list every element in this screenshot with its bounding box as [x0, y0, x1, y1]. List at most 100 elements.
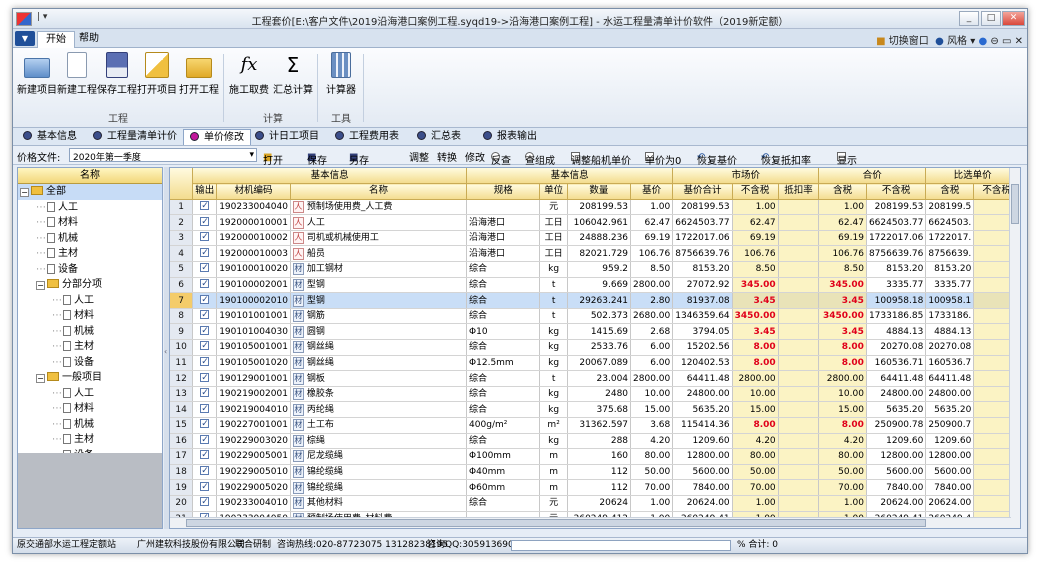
- market-price-in-tax[interactable]: 69.19: [818, 230, 867, 247]
- material-name[interactable]: 材丙纶绳: [290, 401, 468, 418]
- market-price-ex-tax[interactable]: 1.00: [732, 199, 779, 216]
- spec[interactable]: 综合: [466, 308, 541, 325]
- tree-node[interactable]: − 分部分项: [18, 277, 162, 293]
- market-price-in-tax[interactable]: 106.76: [818, 245, 867, 263]
- table-row[interactable]: 16190229003020材棕绳综合kg2884.201209.604.204…: [170, 433, 1020, 450]
- market-price-ex-tax[interactable]: 3.45: [732, 323, 779, 341]
- row-number[interactable]: 15: [170, 417, 194, 434]
- row-number[interactable]: 3: [170, 230, 194, 247]
- material-name[interactable]: 材锦纶缆绳: [290, 479, 468, 496]
- output-checkbox[interactable]: [192, 339, 218, 356]
- tree-node[interactable]: ⋯ 机械: [18, 324, 162, 340]
- output-checkbox[interactable]: [192, 199, 218, 216]
- discount-rate[interactable]: [778, 386, 820, 403]
- discount-rate[interactable]: [778, 245, 820, 263]
- output-checkbox[interactable]: [192, 370, 218, 387]
- material-name[interactable]: 材加工钢材: [290, 261, 468, 278]
- vertical-scrollbar[interactable]: [1009, 168, 1020, 528]
- material-name[interactable]: 人预制场使用费_人工费: [290, 199, 468, 216]
- new-project-button[interactable]: 新建项目: [17, 52, 57, 96]
- market-price-ex-tax[interactable]: 62.47: [732, 214, 779, 231]
- tree-node[interactable]: ⋯ 主材: [18, 246, 162, 262]
- market-price-ex-tax[interactable]: 3450.00: [732, 308, 779, 325]
- table-row[interactable]: 5190100010020材加工钢材综合kg959.28.508153.208.…: [170, 261, 1020, 278]
- tab-unit-price-edit[interactable]: 单价修改: [183, 129, 251, 145]
- row-number[interactable]: 14: [170, 401, 194, 418]
- market-price-in-tax[interactable]: 8.00: [818, 355, 867, 372]
- tab-bill-pricing[interactable]: 工程量清单计价: [87, 129, 183, 145]
- restore-icon[interactable]: ▭: [1002, 36, 1011, 47]
- material-name[interactable]: 材棕绳: [290, 433, 468, 450]
- tree-node[interactable]: ⋯ 人工: [18, 386, 162, 402]
- modify-button[interactable]: 修改: [465, 149, 485, 164]
- spec[interactable]: 综合: [466, 292, 541, 309]
- tree-node[interactable]: ⋯ 设备: [18, 262, 162, 278]
- market-price-in-tax[interactable]: 80.00: [818, 448, 867, 465]
- save-project-button[interactable]: 保存工程: [97, 52, 137, 96]
- chevron-down-icon[interactable]: ▾: [970, 36, 975, 47]
- minimize-button[interactable]: _: [959, 11, 979, 26]
- row-number[interactable]: 18: [170, 464, 194, 481]
- market-price-ex-tax[interactable]: 8.00: [732, 417, 779, 434]
- header-market-in-col[interactable]: 含税: [818, 183, 867, 200]
- output-checkbox[interactable]: [192, 292, 218, 309]
- discount-rate[interactable]: [778, 401, 820, 418]
- row-number[interactable]: 13: [170, 386, 194, 403]
- tree-node[interactable]: ⋯ 材料: [18, 308, 162, 324]
- open-file-button[interactable]: 打开工程: [179, 52, 219, 96]
- material-name[interactable]: 材钢丝绳: [290, 355, 468, 372]
- row-number[interactable]: 10: [170, 339, 194, 356]
- market-price-ex-tax[interactable]: 345.00: [732, 277, 779, 294]
- table-row[interactable]: 9190101004030材圆钢Φ10kg1415.692.683794.053…: [170, 323, 1020, 341]
- tab-help[interactable]: 帮助: [71, 31, 107, 48]
- header-total-ex-col[interactable]: 不含税: [866, 183, 927, 200]
- row-number[interactable]: 1: [170, 199, 194, 216]
- spec[interactable]: 综合: [466, 277, 541, 294]
- material-name[interactable]: 材钢丝绳: [290, 339, 468, 356]
- header-spec-col[interactable]: 规格: [466, 183, 541, 200]
- header-base-col[interactable]: 基价: [630, 183, 674, 200]
- table-row[interactable]: 6190100002001材型钢综合t9.6692800.0027072.923…: [170, 277, 1020, 294]
- output-checkbox[interactable]: [192, 464, 218, 481]
- table-row[interactable]: 19190229005020材锦纶缆绳Φ60mmm11270.007840.00…: [170, 479, 1020, 496]
- header-base-total-col[interactable]: 基价合计: [672, 183, 733, 200]
- market-price-ex-tax[interactable]: 1.00: [732, 495, 779, 512]
- app-menu-button[interactable]: ▼: [15, 31, 35, 46]
- table-row[interactable]: 12190129001001材钢板综合t23.0042800.0064411.4…: [170, 370, 1020, 387]
- close-button[interactable]: ✕: [1002, 11, 1025, 26]
- collapse-toggle-icon[interactable]: −: [36, 281, 45, 290]
- spec[interactable]: 综合: [466, 386, 541, 403]
- tab-cost-table[interactable]: 工程费用表: [329, 129, 405, 145]
- discount-rate[interactable]: [778, 214, 820, 231]
- header-discount-col[interactable]: 抵扣率: [778, 183, 820, 200]
- output-checkbox[interactable]: [192, 323, 218, 341]
- row-number[interactable]: 4: [170, 245, 194, 263]
- table-row[interactable]: 14190219004010材丙纶绳综合kg375.6815.005635.20…: [170, 401, 1020, 418]
- market-price-ex-tax[interactable]: 10.00: [732, 386, 779, 403]
- market-price-ex-tax[interactable]: 70.00: [732, 479, 779, 496]
- material-name[interactable]: 材型钢: [290, 277, 468, 294]
- header-qty-col[interactable]: 数量: [567, 183, 632, 200]
- discount-rate[interactable]: [778, 370, 820, 387]
- tab-report-output[interactable]: 报表输出: [477, 129, 543, 145]
- market-price-ex-tax[interactable]: 8.00: [732, 339, 779, 356]
- material-name[interactable]: 人船员: [290, 245, 468, 263]
- table-row[interactable]: 13190219002001材橡胶条综合kg248010.0024800.001…: [170, 386, 1020, 403]
- spec[interactable]: [466, 199, 541, 216]
- table-row[interactable]: 11 190105001020材钢丝绳Φ12.5mmkg20067.0896.00…: [170, 355, 1020, 372]
- header-name-col[interactable]: 名称: [290, 183, 468, 200]
- tab-daywork[interactable]: 计日工项目: [249, 129, 325, 145]
- spec[interactable]: Φ40mm: [466, 464, 541, 481]
- tree-node[interactable]: ⋯ 机械: [18, 231, 162, 247]
- output-checkbox[interactable]: [192, 214, 218, 231]
- tree-node[interactable]: ⋯ 材料: [18, 215, 162, 231]
- open-project-button[interactable]: 打开项目: [137, 52, 177, 96]
- output-checkbox[interactable]: [192, 245, 218, 263]
- price-file-select[interactable]: 2020年第一季度 ▾: [69, 148, 257, 163]
- output-checkbox[interactable]: [192, 433, 218, 450]
- discount-rate[interactable]: [778, 495, 820, 512]
- table-row[interactable]: 7 190100002010材型钢综合t29263.2412.8081937.08…: [170, 292, 1020, 309]
- row-number[interactable]: 16: [170, 433, 194, 450]
- header-output-col[interactable]: 输出: [192, 183, 218, 200]
- market-price-ex-tax[interactable]: 8.00: [732, 355, 779, 372]
